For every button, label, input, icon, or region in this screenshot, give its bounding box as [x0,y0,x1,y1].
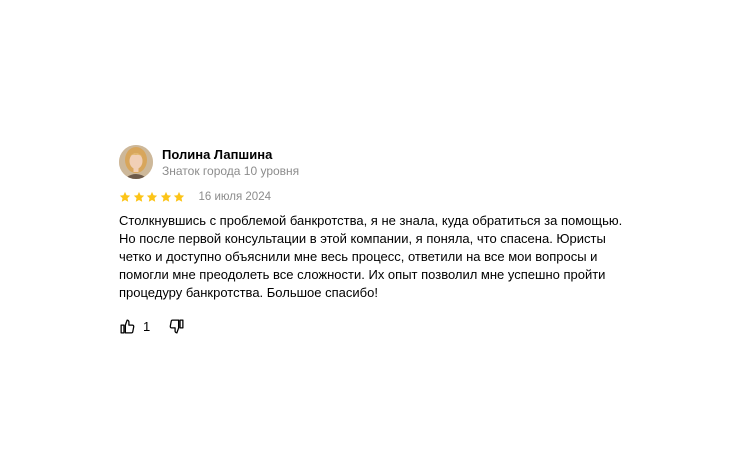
like-button[interactable]: 1 [119,318,168,335]
author-level: Знаток города 10 уровня [162,163,300,178]
review-card: Полина Лапшина Знаток города 10 уровня 1… [119,144,639,336]
rating-stars [119,191,187,203]
star-icon [133,191,144,202]
avatar-photo-icon [119,145,153,179]
review-meta: 16 июля 2024 [119,190,639,204]
review-date: 16 июля 2024 [198,191,272,203]
author-info: Полина Лапшина Знаток города 10 уровня [162,146,299,179]
review-text: Столкнувшись с проблемой банкротства, я … [119,213,623,300]
thumbs-down-icon [169,318,184,334]
thumbs-up-icon [120,318,135,334]
star-icon [146,191,158,202]
review-header: Полина Лапшина Знаток города 10 уровня [119,144,639,180]
star-icon [119,191,131,202]
star-icon [173,191,185,202]
author-name[interactable]: Полина Лапшина [162,146,299,163]
dislike-button[interactable] [168,318,185,335]
like-count: 1 [143,318,151,334]
star-icon [160,191,171,202]
author-avatar[interactable] [119,145,153,179]
review-reactions: 1 [119,316,639,336]
